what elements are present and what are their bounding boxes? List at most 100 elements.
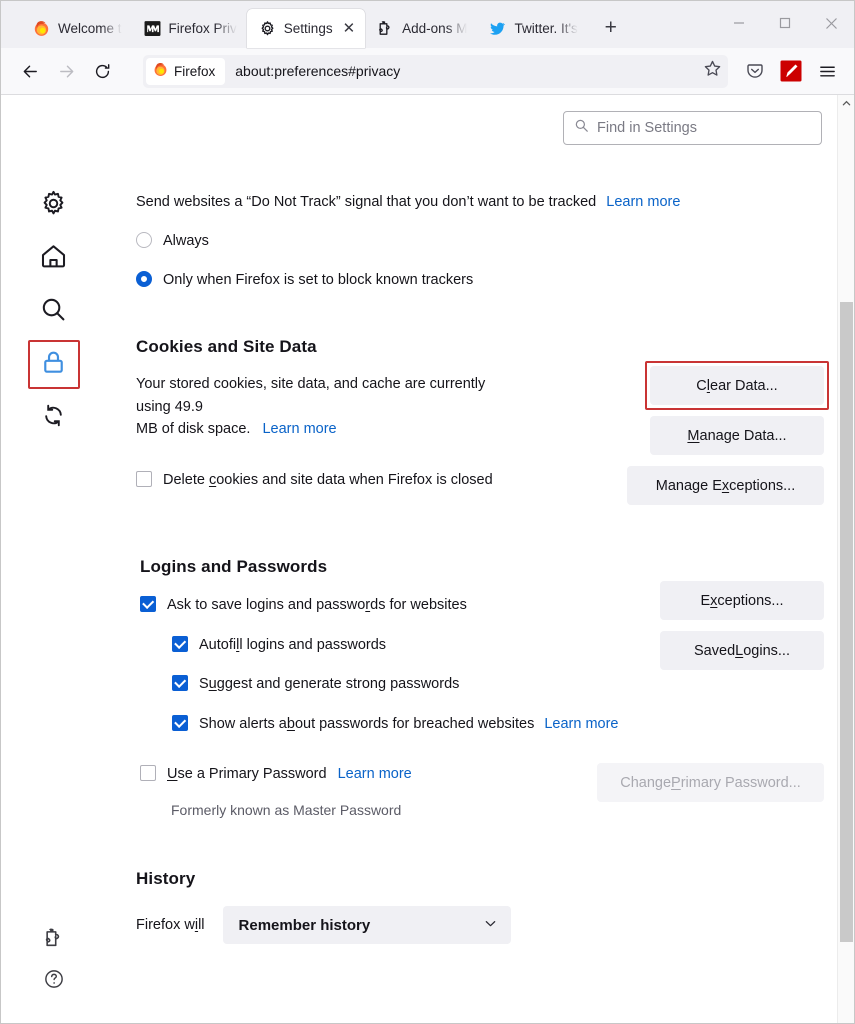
tab-firefox-privacy[interactable]: Firefox Priv [132, 9, 247, 48]
star-icon[interactable] [703, 59, 722, 83]
hamburger-menu-icon[interactable] [810, 54, 844, 88]
close-icon[interactable] [808, 1, 854, 45]
highlighter-extension-icon[interactable] [774, 54, 808, 88]
firefox-logo-icon [33, 20, 50, 37]
tab-settings[interactable]: Settings ✕ [247, 9, 365, 48]
cookies-title: Cookies and Site Data [136, 337, 536, 357]
cookies-delete-on-close-row[interactable]: Delete cookies and site data when Firefo… [136, 469, 536, 491]
manage-data-button[interactable]: Manage Data... [650, 416, 824, 455]
logins-autofill-label: Autofill logins and passwords [199, 634, 386, 656]
settings-content: Find in Settings Send websites a “Do Not… [1, 95, 854, 1023]
primary-password-note: Formerly known as Master Password [171, 800, 412, 822]
close-icon[interactable]: ✕ [343, 21, 356, 36]
window-controls [716, 1, 854, 45]
logins-breach-alerts-row[interactable]: Show alerts about passwords for breached… [172, 713, 660, 735]
dnt-option-always[interactable]: Always [136, 230, 822, 252]
tab-label: Add-ons M [402, 21, 467, 36]
primary-password-label: Use a Primary Password Learn more [167, 763, 412, 785]
vertical-scrollbar[interactable] [837, 95, 854, 1023]
tab-label: Welcome t [58, 21, 122, 36]
gear-icon [259, 20, 276, 37]
manage-exceptions-button[interactable]: Manage Exceptions... [627, 466, 824, 505]
tab-addons[interactable]: Add-ons M [365, 9, 477, 48]
reload-icon[interactable] [85, 54, 119, 88]
url-text[interactable]: about:preferences#privacy [235, 63, 703, 79]
settings-sidebar [1, 95, 106, 1023]
cookies-description: Your stored cookies, site data, and cach… [136, 373, 506, 440]
twitter-bird-icon [489, 20, 506, 37]
sidebar-item-extensions-themes[interactable] [43, 927, 65, 954]
checkbox[interactable] [140, 765, 156, 781]
tab-strip: Welcome t Firefox Priv Settings ✕ [1, 1, 854, 48]
history-mode-dropdown[interactable]: Remember history [223, 906, 511, 944]
home-icon [39, 242, 68, 276]
pocket-icon[interactable] [738, 54, 772, 88]
checkbox[interactable] [136, 471, 152, 487]
sidebar-item-search[interactable] [26, 285, 82, 338]
logins-autofill-row[interactable]: Autofill logins and passwords [172, 634, 660, 656]
back-arrow-icon[interactable] [13, 54, 47, 88]
search-row: Find in Settings [106, 95, 822, 145]
identity-box[interactable]: Firefox [146, 58, 225, 85]
checkbox[interactable] [172, 715, 188, 731]
tab-label: Settings [284, 21, 333, 36]
gear-icon [39, 189, 68, 223]
dnt-option-label: Only when Firefox is set to block known … [163, 269, 473, 291]
sidebar-item-general[interactable] [26, 179, 82, 232]
clear-data-button[interactable]: Clear Data... [650, 366, 824, 405]
history-label: Firefox will [136, 914, 205, 936]
dnt-description: Send websites a “Do Not Track” signal th… [136, 191, 822, 213]
dnt-option-only-when-blocking[interactable]: Only when Firefox is set to block known … [136, 269, 822, 291]
puzzle-piece-icon [43, 936, 65, 953]
browser-window: Welcome t Firefox Priv Settings ✕ [0, 0, 855, 1024]
sidebar-item-sync[interactable] [26, 391, 82, 444]
new-tab-button[interactable]: + [594, 11, 628, 45]
dnt-option-label: Always [163, 230, 209, 252]
sidebar-item-privacy-security[interactable] [26, 338, 82, 391]
cookies-learn-more-link[interactable]: Learn more [262, 421, 336, 437]
logins-breach-alerts-label: Show alerts about passwords for breached… [199, 713, 619, 735]
logins-suggest-strong-row[interactable]: Suggest and generate strong passwords [172, 673, 660, 695]
history-title: History [136, 869, 822, 889]
sidebar-bottom-items [1, 927, 106, 995]
tab-label: Firefox Priv [169, 21, 237, 36]
logins-title: Logins and Passwords [140, 557, 660, 577]
tab-twitter[interactable]: Twitter. It's [477, 9, 587, 48]
mozilla-m-icon [144, 20, 161, 37]
radio-button[interactable] [136, 271, 152, 287]
history-section: History Firefox will Remember history [106, 869, 822, 944]
checkbox[interactable] [172, 675, 188, 691]
checkbox[interactable] [140, 596, 156, 612]
change-primary-password-button[interactable]: Change Primary Password... [597, 763, 824, 802]
tab-label: Twitter. It's [514, 21, 577, 36]
primary-password-learn-more-link[interactable]: Learn more [338, 766, 412, 782]
checkbox[interactable] [172, 636, 188, 652]
cookies-usage-text: Your stored cookies, site data, and cach… [136, 376, 485, 414]
logins-ask-to-save-label: Ask to save logins and passwords for web… [167, 594, 467, 616]
saved-logins-button[interactable]: Saved Logins... [660, 631, 824, 670]
scrollbar-thumb[interactable] [840, 302, 853, 942]
chevron-down-icon [483, 916, 498, 935]
dnt-text: Send websites a “Do Not Track” signal th… [136, 194, 596, 210]
puzzle-piece-icon [377, 20, 394, 37]
cookies-disk-text: MB of disk space. [136, 421, 250, 437]
history-mode-value: Remember history [239, 917, 371, 934]
primary-password-row[interactable]: Use a Primary Password Learn more [140, 763, 412, 785]
search-input[interactable]: Find in Settings [563, 111, 822, 145]
sidebar-item-firefox-support[interactable] [43, 968, 65, 995]
breach-learn-more-link[interactable]: Learn more [544, 716, 618, 732]
forward-arrow-icon[interactable] [49, 54, 83, 88]
scroll-up-arrow-icon[interactable] [838, 95, 854, 112]
address-bar[interactable]: Firefox about:preferences#privacy [143, 55, 728, 88]
dnt-learn-more-link[interactable]: Learn more [606, 194, 680, 210]
sidebar-item-home[interactable] [26, 232, 82, 285]
logins-section: Logins and Passwords Ask to save logins … [106, 557, 822, 821]
tab-welcome[interactable]: Welcome t [21, 9, 132, 48]
logins-exceptions-button[interactable]: Exceptions... [660, 581, 824, 620]
minimize-icon[interactable] [716, 1, 762, 45]
logins-ask-to-save-row[interactable]: Ask to save logins and passwords for web… [140, 594, 660, 616]
identity-label: Firefox [174, 64, 215, 79]
maximize-icon[interactable] [762, 1, 808, 45]
radio-button[interactable] [136, 232, 152, 248]
search-placeholder: Find in Settings [597, 120, 697, 136]
